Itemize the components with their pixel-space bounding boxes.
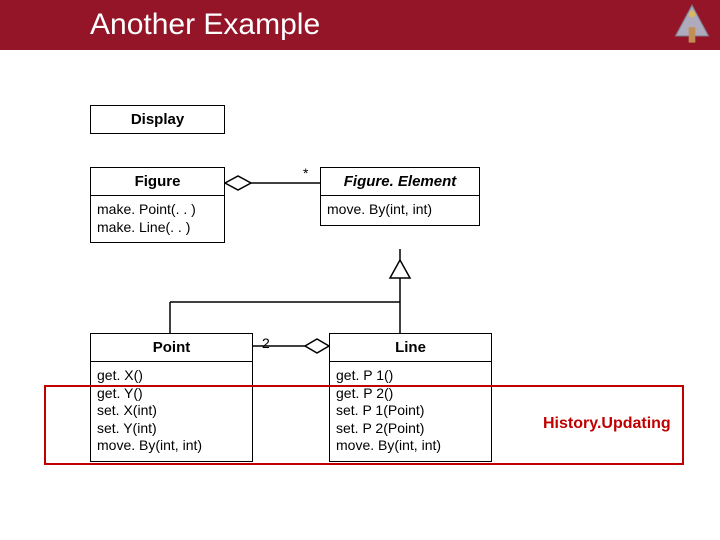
class-figure-element-name: Figure. Element bbox=[321, 168, 479, 196]
class-figure-name: Figure bbox=[91, 168, 224, 196]
class-display: Display bbox=[90, 105, 225, 134]
diagram-area: Display Figure make. Point(. . ) make. L… bbox=[0, 50, 720, 540]
corner-logo bbox=[670, 3, 714, 47]
class-figure-element-ops: move. By(int, int) bbox=[321, 196, 479, 225]
class-line-name: Line bbox=[330, 334, 491, 362]
multiplicity-star: * bbox=[303, 165, 308, 181]
multiplicity-two: 2 bbox=[262, 335, 270, 351]
class-display-name: Display bbox=[91, 106, 224, 133]
slide-title: Another Example bbox=[90, 8, 320, 42]
aspect-label: History.Updating bbox=[543, 415, 671, 433]
title-bar: Another Example bbox=[0, 0, 720, 50]
class-figure-element: Figure. Element move. By(int, int) bbox=[320, 167, 480, 226]
class-point-name: Point bbox=[91, 334, 252, 362]
class-figure: Figure make. Point(. . ) make. Line(. . … bbox=[90, 167, 225, 243]
class-figure-ops: make. Point(. . ) make. Line(. . ) bbox=[91, 196, 224, 242]
